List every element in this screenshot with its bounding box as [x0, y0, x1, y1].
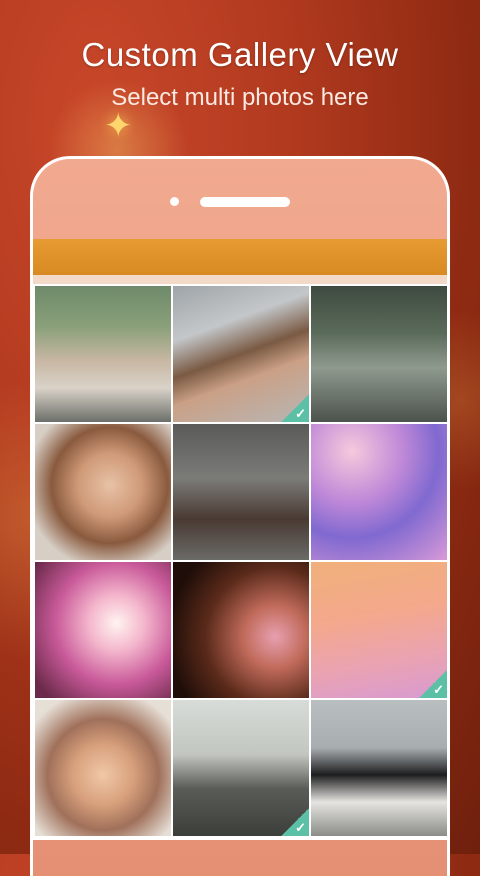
checkmark-icon: ✓ — [281, 808, 309, 836]
photo-thumbnail[interactable] — [311, 286, 447, 422]
speaker-grille — [200, 197, 290, 207]
photo-thumbnail[interactable] — [311, 424, 447, 560]
photo-thumbnail[interactable]: ✓ — [173, 700, 309, 836]
star-icon: ✦ — [104, 107, 133, 145]
photo-thumbnail[interactable] — [311, 700, 447, 836]
checkmark-icon: ✓ — [281, 394, 309, 422]
app-bar — [33, 239, 447, 275]
checkmark-icon: ✓ — [419, 670, 447, 698]
photo-thumbnail[interactable] — [35, 424, 171, 560]
photo-thumbnail[interactable]: ✓ — [173, 286, 309, 422]
photo-thumbnail[interactable] — [173, 562, 309, 698]
photo-thumbnail[interactable] — [35, 700, 171, 836]
photo-thumbnail[interactable] — [35, 286, 171, 422]
photo-thumbnail[interactable] — [35, 562, 171, 698]
promo-subtitle: Select multi photos here — [111, 84, 369, 111]
camera-icon — [170, 197, 179, 206]
photo-thumbnail[interactable]: ✓ — [311, 562, 447, 698]
photo-thumbnail[interactable] — [173, 424, 309, 560]
promo-title: Custom Gallery View — [81, 36, 399, 73]
photo-grid: ✓ ✓ ✓ — [33, 284, 449, 840]
